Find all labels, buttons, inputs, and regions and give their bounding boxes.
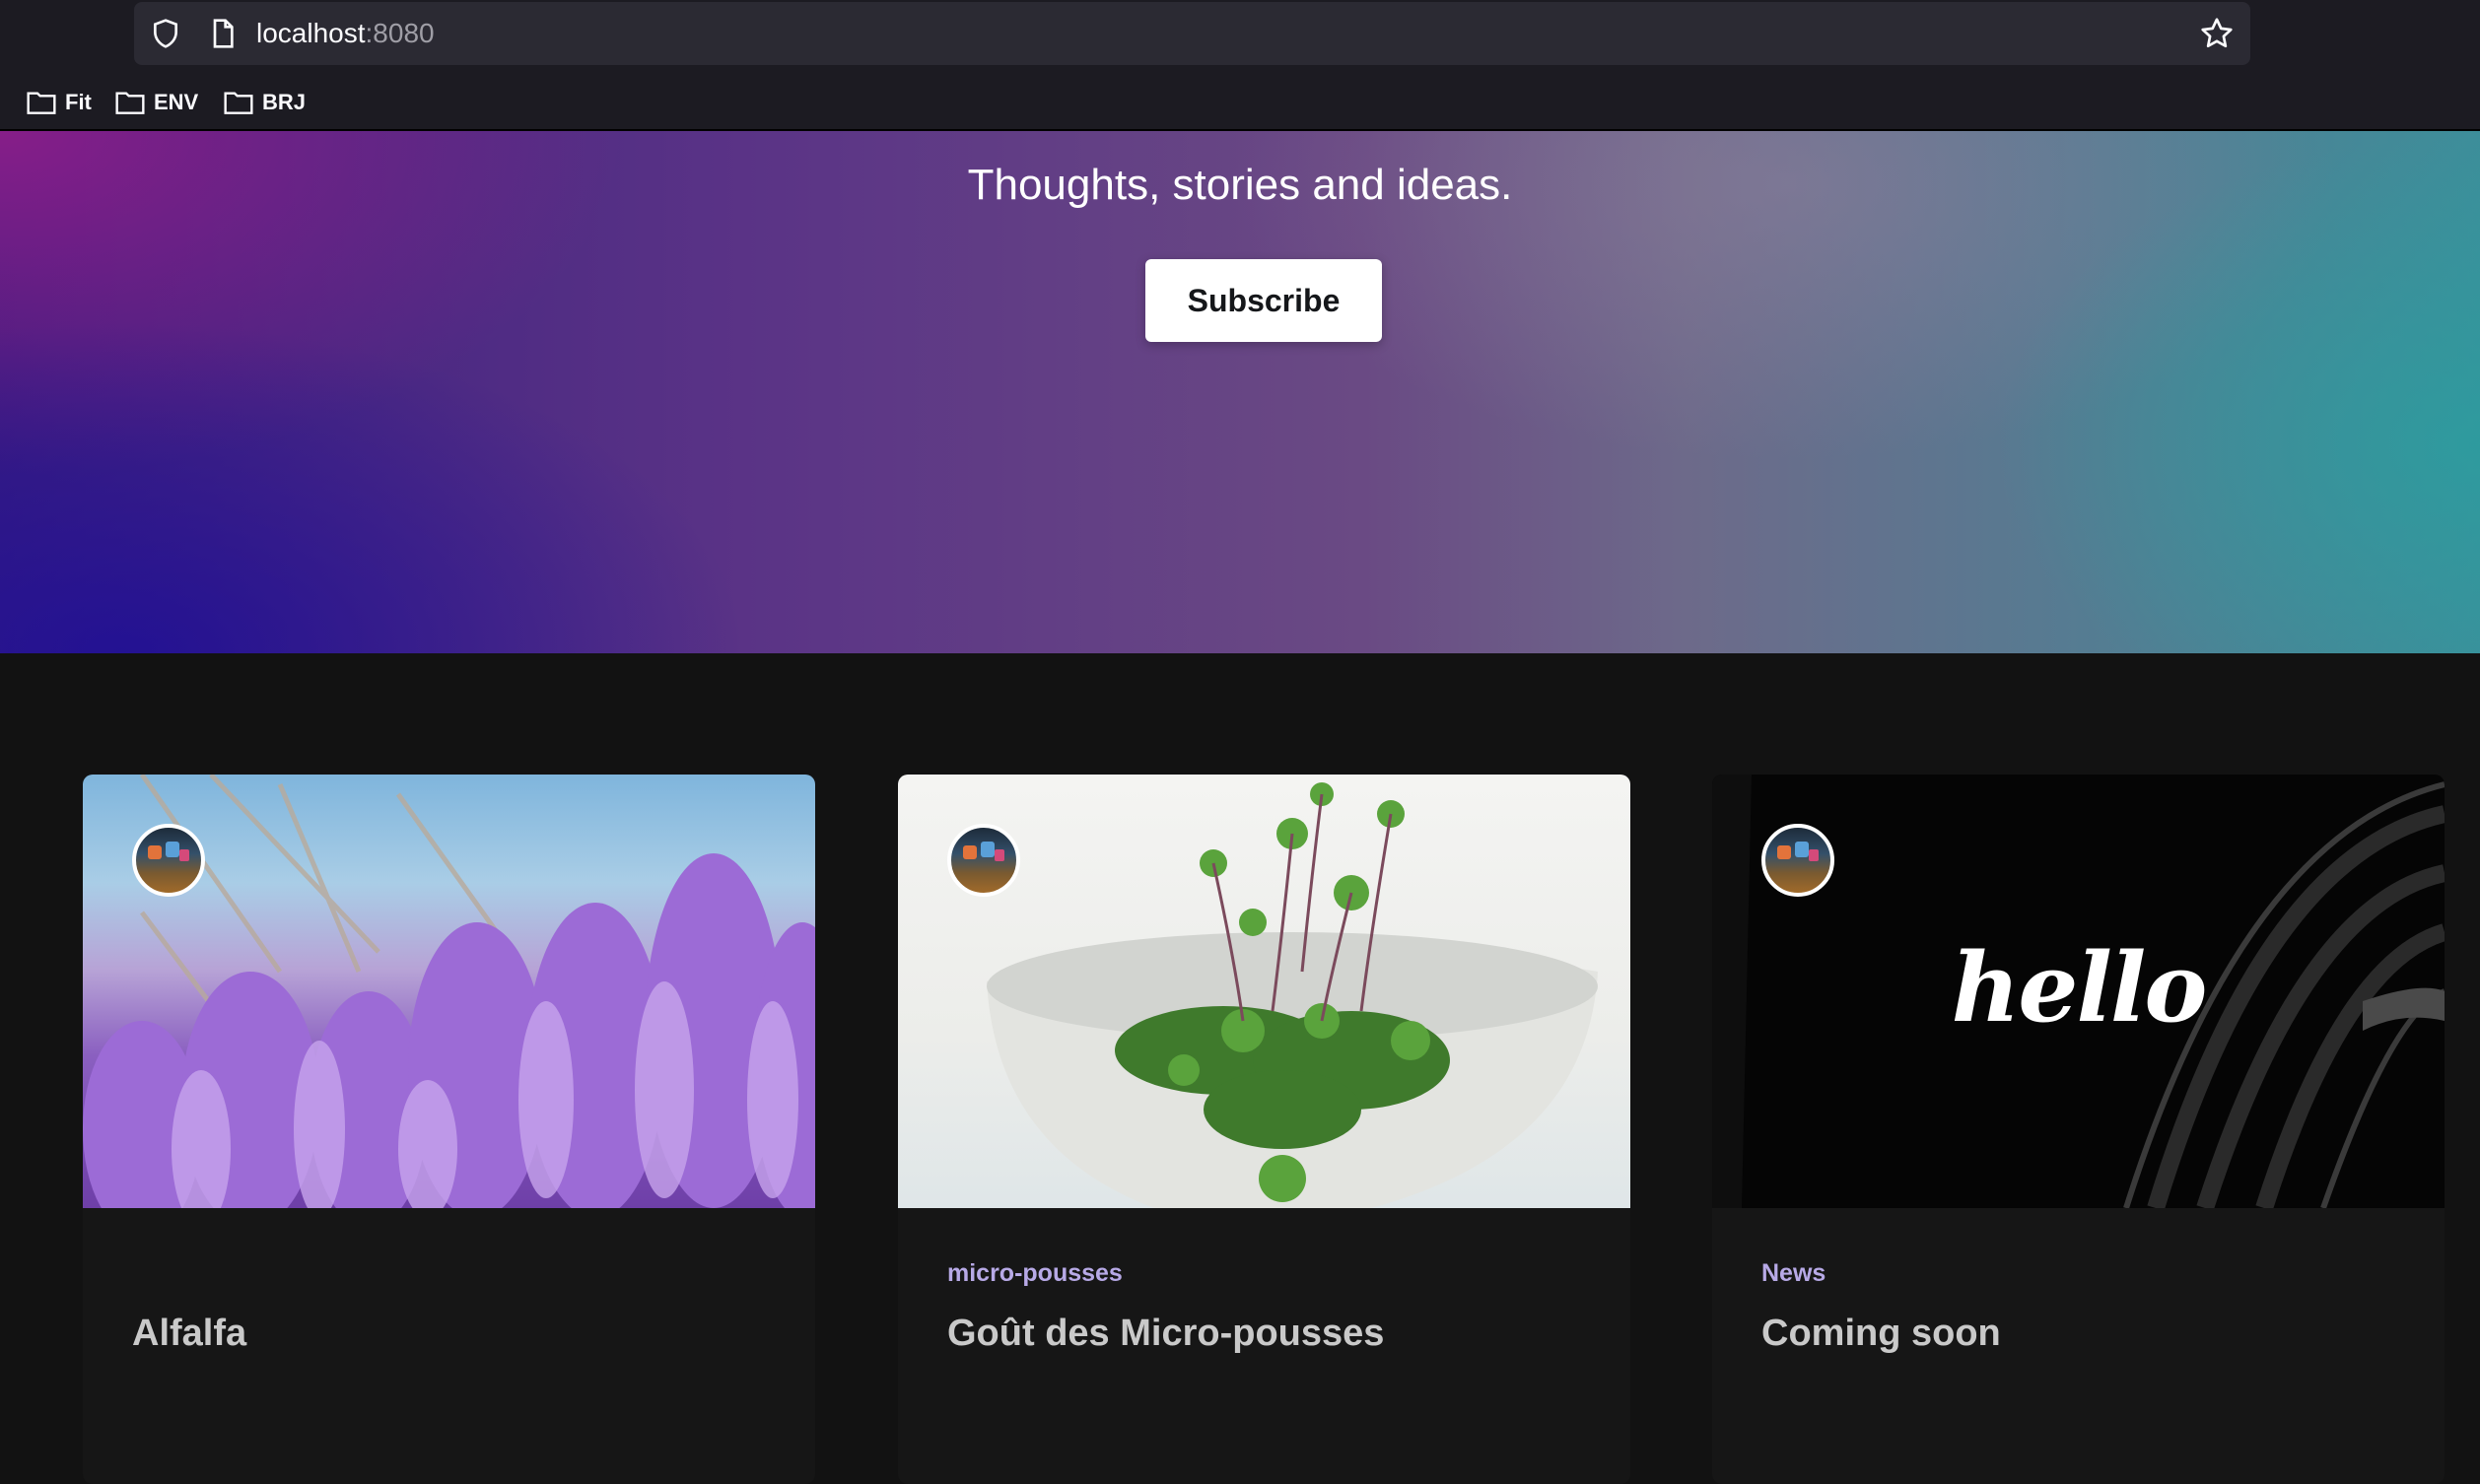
author-avatar[interactable] [947,824,1020,897]
folder-icon [224,92,253,114]
url-host: localhost [256,18,366,48]
post-card[interactable]: Alfalfa [83,775,815,1484]
url-port: :8080 [365,18,435,48]
subscribe-button[interactable]: Subscribe [1145,259,1382,342]
folder-icon [115,92,145,114]
site-tagline: Thoughts, stories and ideas. [967,161,1513,209]
star-icon[interactable] [2199,16,2235,51]
post-image[interactable] [83,775,815,1208]
post-card[interactable]: hello News Coming soon [1712,775,2445,1484]
url-text[interactable]: localhost:8080 [256,16,435,51]
bookmark-label: ENV [154,90,199,114]
bookmark-label: Fit [65,90,92,114]
author-avatar[interactable] [1761,824,1834,897]
post-image[interactable]: hello [1712,775,2445,1208]
shield-icon[interactable] [150,18,181,49]
post-title[interactable]: Coming soon [1761,1313,2001,1355]
post-tag[interactable]: micro-pousses [947,1259,1123,1288]
page-icon [213,19,234,48]
author-avatar[interactable] [132,824,205,897]
bookmark-brj[interactable]: BRJ [223,83,306,122]
post-tag[interactable]: News [1761,1259,1826,1288]
post-image[interactable] [898,775,1630,1208]
folder-icon [27,92,56,114]
address-bar[interactable]: localhost:8080 [134,2,2250,65]
bookmark-env[interactable]: ENV [114,83,198,122]
browser-chrome: localhost:8080 Fit ENV BRJ [0,0,2480,131]
post-title[interactable]: Alfalfa [132,1313,246,1355]
post-title[interactable]: Goût des Micro-pousses [947,1313,1384,1355]
bookmark-fit[interactable]: Fit [26,83,92,122]
post-image-text: hello [1951,932,2208,1044]
site-hero: Thoughts, stories and ideas. Subscribe [0,131,2480,653]
bookmark-label: BRJ [262,90,307,114]
post-card[interactable]: micro-pousses Goût des Micro-pousses [898,775,1630,1484]
